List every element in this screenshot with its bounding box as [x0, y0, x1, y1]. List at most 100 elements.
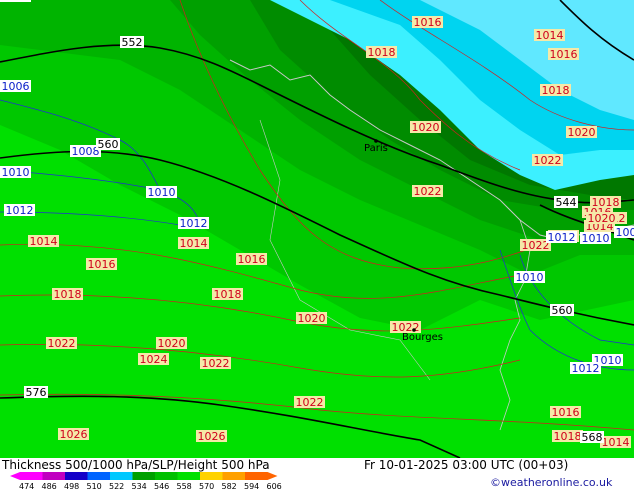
pressure-label: 1016	[550, 406, 581, 419]
svg-text:1014: 1014	[180, 237, 208, 250]
svg-text:1018: 1018	[54, 288, 82, 301]
svg-text:1020: 1020	[568, 126, 596, 139]
legend-value: 594	[244, 482, 259, 490]
map-title: Thickness 500/1000 hPa/SLP/Height 500 hP…	[2, 458, 270, 472]
city-name: Paris	[364, 143, 388, 154]
svg-text:560: 560	[552, 304, 573, 317]
pressure-label: 1020	[296, 312, 327, 325]
pressure-label: 1020	[156, 337, 187, 350]
legend-scale: 474 486 498 510 522 534 546 558 570 582 594 606	[10, 472, 282, 490]
pressure-label: 1014	[28, 235, 59, 248]
legend-swatch	[200, 472, 223, 480]
legend-swatch	[177, 472, 200, 480]
pressure-label: 1018	[552, 430, 583, 443]
pressure-label: 1020	[410, 121, 441, 134]
pressure-label: 1014	[178, 237, 209, 250]
svg-text:1018: 1018	[214, 288, 242, 301]
pressure-label: 1014	[600, 436, 631, 449]
legend-swatch	[132, 472, 155, 480]
height-label: 552	[120, 36, 144, 49]
pressure-label: 1012	[570, 362, 601, 375]
legend-value: 510	[87, 482, 102, 490]
pressure-label: 1014	[534, 29, 565, 42]
legend-value: 534	[132, 482, 147, 490]
pressure-label: 1012	[546, 231, 577, 244]
height-label: 568	[580, 431, 604, 444]
pressure-label: 1016	[236, 253, 267, 266]
svg-text:1014: 1014	[536, 29, 564, 42]
valid-time: Fr 10-01-2025 03:00 UTC (00+03)	[364, 458, 569, 472]
pressure-label: 100	[614, 226, 634, 239]
pressure-label: 1022	[532, 154, 563, 167]
svg-text:1018: 1018	[554, 430, 582, 443]
pressure-label: 1018	[52, 288, 83, 301]
pressure-label: 1012	[178, 217, 209, 230]
legend-value: 570	[199, 482, 214, 490]
svg-text:1014: 1014	[602, 436, 630, 449]
svg-text:1022: 1022	[534, 154, 562, 167]
pressure-label: 1020	[566, 126, 597, 139]
svg-text:1016: 1016	[238, 253, 266, 266]
legend-swatch	[155, 472, 178, 480]
legend-swatch	[65, 472, 88, 480]
pressure-label: 1010	[146, 186, 177, 199]
svg-text:1010: 1010	[516, 271, 544, 284]
pressure-label: 1018	[366, 46, 397, 59]
pressure-label: 1016	[86, 258, 117, 271]
legend-value: 606	[267, 482, 282, 490]
pressure-label: 1022	[46, 337, 77, 350]
legend-arrow-left	[10, 472, 20, 480]
legend-swatch	[110, 472, 133, 480]
legend-swatch	[245, 472, 268, 480]
map-viewer: 1016 1016 1012 1014 1016 1018 1018 1020 1020 1022…	[0, 0, 634, 490]
svg-text:1022: 1022	[522, 239, 550, 252]
svg-text:1026: 1026	[198, 430, 226, 443]
svg-text:1010: 1010	[148, 186, 176, 199]
pressure-label: 1010	[0, 166, 31, 179]
weather-map: 1016 1016 1012 1014 1016 1018 1018 1020 1020 1022…	[0, 0, 634, 458]
svg-text:1022: 1022	[414, 185, 442, 198]
legend-swatch	[222, 472, 245, 480]
svg-text:1016: 1016	[88, 258, 116, 271]
svg-text:1020: 1020	[588, 212, 616, 225]
pressure-label: 1016	[412, 16, 443, 29]
svg-text:1024: 1024	[140, 353, 168, 366]
legend-value: 546	[154, 482, 169, 490]
svg-text:1012: 1012	[548, 231, 576, 244]
svg-text:576: 576	[26, 386, 47, 399]
svg-text:544: 544	[556, 196, 577, 209]
pressure-label: 1010	[514, 271, 545, 284]
pressure-label: 1006	[0, 80, 31, 93]
svg-text:1018: 1018	[592, 196, 620, 209]
svg-text:560: 560	[98, 138, 119, 151]
pressure-label: 1010	[580, 232, 611, 245]
pressure-label: 1024	[138, 353, 169, 366]
legend-swatch	[87, 472, 110, 480]
pressure-label: 1018	[590, 196, 621, 209]
svg-text:1010: 1010	[582, 232, 610, 245]
svg-text:1016: 1016	[552, 406, 580, 419]
svg-text:1020: 1020	[412, 121, 440, 134]
legend-value: 498	[64, 482, 79, 490]
pressure-label: 1022	[412, 185, 443, 198]
svg-text:1026: 1026	[60, 428, 88, 441]
pressure-label: 1026	[58, 428, 89, 441]
pressure-label: 1018	[212, 288, 243, 301]
pressure-label: 1022	[200, 357, 231, 370]
pressure-label: 1020	[586, 212, 617, 225]
svg-text:1022: 1022	[296, 396, 324, 409]
pressure-label: 1012	[4, 204, 35, 217]
svg-text:1008: 1008	[72, 145, 100, 158]
height-label: 560	[96, 138, 120, 151]
svg-text:1016: 1016	[414, 16, 442, 29]
pressure-label: 1010	[0, 0, 31, 3]
pressure-label: 1026	[196, 430, 227, 443]
svg-text:1018: 1018	[542, 84, 570, 97]
svg-text:1016: 1016	[550, 48, 578, 61]
legend-value: 474	[19, 482, 34, 490]
legend-value: 486	[42, 482, 57, 490]
svg-text:1014: 1014	[30, 235, 58, 248]
credit-text: ©weatheronline.co.uk	[490, 476, 613, 489]
svg-text:1018: 1018	[368, 46, 396, 59]
legend-swatch	[20, 472, 43, 480]
